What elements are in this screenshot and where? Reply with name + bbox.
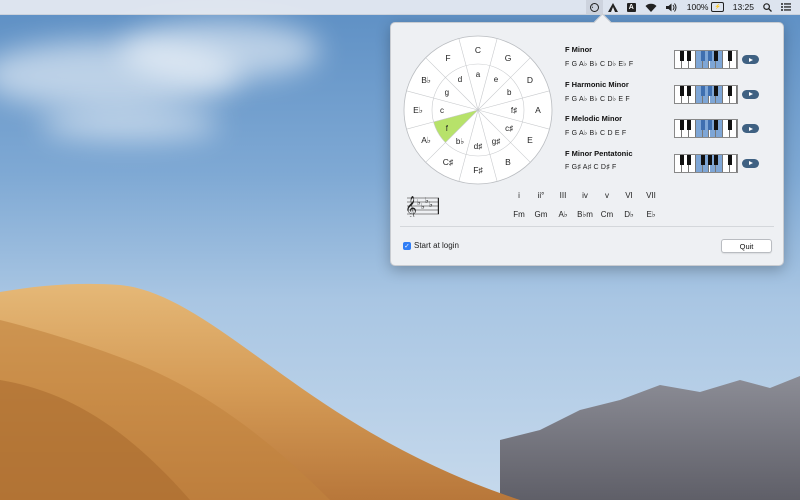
battery-icon: ⚡ bbox=[711, 2, 724, 12]
major-key-label[interactable]: D bbox=[527, 75, 533, 85]
major-key-label[interactable]: E♭ bbox=[413, 105, 423, 115]
scale-notes: F G♯ A♯ C D♯ F bbox=[565, 163, 617, 171]
wifi-icon[interactable] bbox=[645, 0, 657, 14]
scale-notes: F G A♭ B♭ C D♭ E♭ F bbox=[565, 61, 634, 68]
play-scale-button[interactable] bbox=[742, 158, 759, 168]
menu-bar: ♩ A 100% ⚡ 13:25 bbox=[0, 0, 800, 15]
start-at-login-checkbox[interactable]: ✓ bbox=[403, 241, 411, 250]
major-key-label[interactable]: F♯ bbox=[473, 165, 483, 175]
battery-status[interactable]: 100% ⚡ bbox=[687, 0, 724, 14]
circle-of-fifths-popover: C G D A E B F♯ C♯ A♭ E♭ B♭ Fa e b f♯ c♯ g♯ d♯ b♭ f c g d F Min… bbox=[390, 22, 784, 266]
chord-label[interactable]: D♭ bbox=[617, 210, 641, 219]
scale-name: F Melodic Minor bbox=[565, 114, 623, 123]
volume-icon[interactable] bbox=[665, 0, 678, 14]
minor-key-label[interactable]: g♯ bbox=[492, 137, 500, 146]
battery-percent: 100% bbox=[686, 2, 709, 12]
piano-keyboard-icon bbox=[674, 84, 738, 104]
piano-keyboard-icon bbox=[674, 119, 738, 138]
key-signature-staff: 𝄞 ♭ ♭ ♭ ♭ bbox=[405, 195, 439, 217]
piano-keyboard-icon bbox=[674, 153, 738, 173]
quit-button[interactable]: Quit bbox=[721, 239, 772, 253]
scale-name: F Minor bbox=[565, 45, 593, 54]
play-icon bbox=[749, 161, 753, 165]
scale-row: F Melodic Minor F G A♭ B♭ C D E F bbox=[565, 112, 775, 147]
chord-label[interactable]: Gm bbox=[529, 210, 553, 219]
minor-key-label[interactable]: b bbox=[507, 88, 512, 97]
play-icon bbox=[749, 92, 753, 96]
minor-key-label[interactable]: c bbox=[440, 106, 444, 115]
chord-label[interactable]: E♭ bbox=[639, 210, 663, 219]
start-at-login-label: Start at login bbox=[414, 241, 459, 250]
svg-text:𝄞: 𝄞 bbox=[405, 195, 417, 217]
chord-label[interactable]: B♭m bbox=[573, 210, 597, 219]
play-scale-button[interactable] bbox=[742, 55, 759, 64]
roman-numeral: ii° bbox=[537, 191, 545, 200]
major-key-label[interactable]: F bbox=[445, 53, 450, 63]
major-key-label[interactable]: B bbox=[505, 157, 511, 167]
input-source-icon[interactable]: A bbox=[626, 0, 636, 14]
minor-key-label[interactable]: d♯ bbox=[474, 142, 482, 151]
bluetooth-tent-icon[interactable] bbox=[607, 0, 618, 14]
minor-key-label[interactable]: e bbox=[494, 75, 499, 84]
spotlight-search-icon[interactable] bbox=[763, 0, 772, 14]
scale-row: F Minor Pentatonic F G♯ A♯ C D♯ F bbox=[565, 147, 775, 182]
roman-numeral: iv bbox=[582, 191, 588, 200]
chord-label[interactable]: Fm bbox=[507, 210, 531, 219]
major-key-label[interactable]: E bbox=[527, 135, 533, 145]
circle-of-fifths-menu-icon[interactable]: ♩ bbox=[585, 0, 603, 14]
major-key-label[interactable]: G bbox=[505, 53, 512, 63]
play-icon bbox=[749, 57, 753, 62]
play-icon bbox=[749, 126, 753, 131]
play-scale-button[interactable] bbox=[742, 124, 759, 133]
minor-key-label[interactable]: c♯ bbox=[505, 124, 513, 133]
roman-numeral: v bbox=[605, 191, 609, 200]
svg-text:♭: ♭ bbox=[429, 200, 433, 209]
scale-notes: F G A♭ B♭ C D E F bbox=[565, 130, 627, 137]
roman-numeral: III bbox=[559, 191, 567, 200]
minor-key-label[interactable]: d bbox=[458, 75, 462, 84]
scale-name: F Harmonic Minor bbox=[565, 79, 629, 89]
notification-center-icon[interactable] bbox=[781, 0, 791, 14]
scale-row: F Minor F G A♭ B♭ C D♭ E♭ F bbox=[565, 43, 775, 78]
chord-label[interactable]: A♭ bbox=[551, 210, 575, 219]
major-key-label[interactable]: A bbox=[535, 105, 541, 115]
major-key-label[interactable]: C bbox=[475, 45, 481, 55]
scale-name: F Minor Pentatonic bbox=[565, 148, 633, 158]
roman-numeral: VII bbox=[646, 191, 656, 200]
scale-notes: F G A♭ B♭ C D♭ E F bbox=[565, 95, 630, 103]
major-key-label[interactable]: C♯ bbox=[443, 157, 454, 167]
minor-key-label[interactable]: g bbox=[445, 88, 449, 97]
piano-keyboard-icon bbox=[674, 50, 738, 69]
play-scale-button[interactable] bbox=[742, 89, 759, 99]
circle-of-fifths-wheel[interactable]: CGDAEBF♯C♯A♭E♭B♭Faebf♯c♯g♯d♯b♭fcgd bbox=[402, 34, 554, 186]
minor-key-label[interactable]: b♭ bbox=[456, 137, 464, 146]
major-key-label[interactable]: A♭ bbox=[421, 135, 431, 145]
major-key-label[interactable]: B♭ bbox=[421, 75, 431, 85]
minor-key-label[interactable]: a bbox=[476, 70, 481, 79]
minor-key-label[interactable]: f♯ bbox=[511, 106, 517, 115]
start-at-login-option[interactable]: ✓ Start at login bbox=[403, 241, 459, 250]
roman-numeral: i bbox=[518, 191, 520, 200]
chord-label[interactable]: Cm bbox=[595, 210, 619, 219]
divider bbox=[400, 226, 774, 227]
clock[interactable]: 13:25 bbox=[733, 0, 754, 14]
scale-row: F Harmonic Minor F G A♭ B♭ C D♭ E F bbox=[565, 78, 775, 113]
scales-list: F Minor F G A♭ B♭ C D♭ E♭ F F Harmonic Min… bbox=[565, 43, 775, 181]
roman-numeral: VI bbox=[625, 191, 633, 200]
